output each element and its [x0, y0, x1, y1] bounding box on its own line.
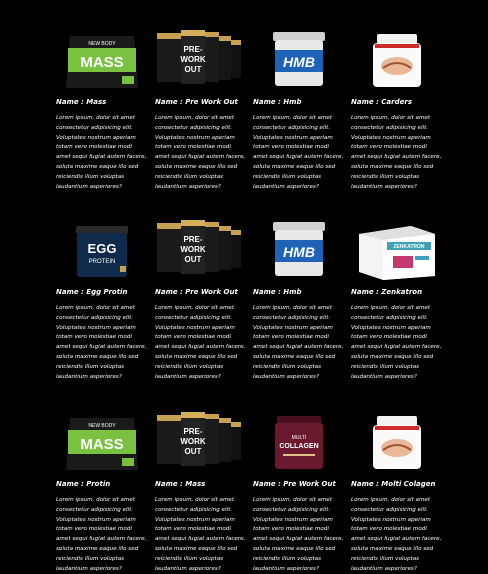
- svg-text:OUT: OUT: [185, 447, 202, 456]
- product-description: Lorem ipsum, dolor sit amet consectetur …: [56, 115, 147, 190]
- product-description: Lorem ipsum, dolor sit amet consectetur …: [155, 497, 246, 572]
- product-name: Name : Hmb: [253, 98, 302, 106]
- svg-text:OUT: OUT: [185, 65, 202, 74]
- svg-text:WORK: WORK: [180, 245, 206, 254]
- svg-text:PRE-: PRE-: [183, 45, 202, 54]
- product-description: Lorem ipsum, dolor sit amet consectetur …: [155, 305, 246, 380]
- svg-text:OUT: OUT: [185, 255, 202, 264]
- product-image[interactable]: HMB: [253, 220, 345, 282]
- product-description: Lorem ipsum, dolor sit amet consectetur …: [253, 305, 344, 380]
- svg-text:HMB: HMB: [283, 54, 315, 70]
- svg-text:MASS: MASS: [80, 54, 123, 71]
- product-image[interactable]: PRE- WORK OUT: [155, 30, 247, 92]
- product-image[interactable]: PRE- WORK OUT: [155, 220, 247, 282]
- egg-protein-tub-image: EGG PROTEIN: [76, 226, 128, 277]
- product-name: Name : Protin: [56, 480, 111, 488]
- svg-text:PRE-: PRE-: [183, 427, 202, 436]
- mass-gainer-bag-image: NEW BODY MASS: [66, 36, 138, 88]
- product-description: Lorem ipsum, dolor sit amet consectetur …: [253, 115, 344, 190]
- zenkatron-box-image: ZENKATRON: [359, 226, 435, 280]
- svg-text:WORK: WORK: [180, 55, 206, 64]
- hmb-tub-image: HMB: [273, 32, 325, 86]
- svg-text:PRE-: PRE-: [183, 235, 202, 244]
- product-image[interactable]: [351, 412, 443, 474]
- product-image[interactable]: PRE- WORK OUT: [155, 412, 247, 474]
- product-name: Name : Pre Work Out: [253, 480, 336, 488]
- product-name: Name : Molti Colagen: [351, 480, 436, 488]
- svg-text:NEW BODY: NEW BODY: [88, 423, 116, 429]
- product-image[interactable]: HMB: [253, 30, 345, 92]
- product-image[interactable]: ZENKATRON: [351, 220, 443, 282]
- svg-text:ZENKATRON: ZENKATRON: [393, 244, 424, 250]
- product-image[interactable]: EGG PROTEIN: [56, 220, 148, 282]
- product-image[interactable]: MULTI COLLAGEN: [253, 412, 345, 474]
- svg-text:COLLAGEN: COLLAGEN: [279, 443, 318, 450]
- product-description: Lorem ipsum, dolor sit amet consectetur …: [56, 497, 147, 572]
- svg-text:MASS: MASS: [80, 436, 123, 453]
- white-jar-image: [373, 416, 421, 469]
- product-description: Lorem ipsum, dolor sit amet consectetur …: [351, 305, 442, 380]
- product-grid: NEW BODY MASS Name : Mass Lorem ipsum, d…: [0, 0, 488, 572]
- mass-gainer-bag-image: NEW BODY MASS: [66, 418, 138, 470]
- collagen-jar-image: MULTI COLLAGEN: [275, 416, 323, 469]
- product-name: Name : Mass: [56, 98, 107, 106]
- svg-text:WORK: WORK: [180, 437, 206, 446]
- preworkout-tubs-image: PRE- WORK OUT: [157, 412, 241, 466]
- product-image[interactable]: [351, 30, 443, 92]
- product-description: Lorem ipsum, dolor sit amet consectetur …: [351, 497, 442, 572]
- product-image[interactable]: NEW BODY MASS: [56, 412, 148, 474]
- product-description: Lorem ipsum, dolor sit amet consectetur …: [56, 305, 147, 380]
- hmb-tub-image: HMB: [273, 222, 325, 276]
- product-name: Name : Zenkatron: [351, 288, 423, 296]
- preworkout-tubs-image: PRE- WORK OUT: [157, 220, 241, 274]
- product-name: Name : Egg Protin: [56, 288, 128, 296]
- product-name: Name : Carders: [351, 98, 412, 106]
- svg-text:MULTI: MULTI: [292, 435, 307, 441]
- product-name: Name : Pre Work Out: [155, 288, 238, 296]
- product-description: Lorem ipsum, dolor sit amet consectetur …: [155, 115, 246, 190]
- svg-text:NEW BODY: NEW BODY: [88, 41, 116, 47]
- product-description: Lorem ipsum, dolor sit amet consectetur …: [253, 497, 344, 572]
- product-description: Lorem ipsum, dolor sit amet consectetur …: [351, 115, 442, 190]
- white-jar-image: [373, 34, 421, 87]
- product-name: Name : Mass: [155, 480, 206, 488]
- svg-text:HMB: HMB: [283, 244, 315, 260]
- svg-text:EGG: EGG: [88, 241, 117, 256]
- svg-text:PROTEIN: PROTEIN: [89, 259, 116, 265]
- product-name: Name : Hmb: [253, 288, 302, 296]
- product-name: Name : Pre Work Out: [155, 98, 238, 106]
- product-image[interactable]: NEW BODY MASS: [56, 30, 148, 92]
- preworkout-tubs-image: PRE- WORK OUT: [157, 30, 241, 84]
